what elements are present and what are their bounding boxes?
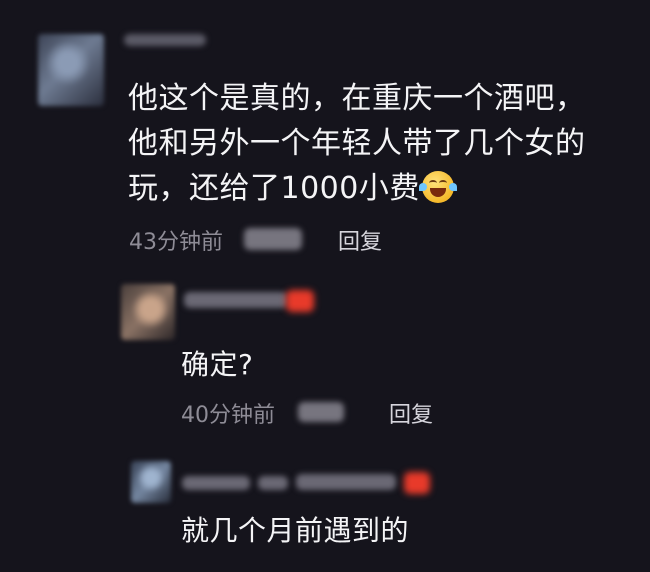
location-blurred xyxy=(244,228,302,250)
comment-line-with-emoji: 玩，还给了1000小费 xyxy=(128,166,628,211)
author-badge-blurred xyxy=(286,290,314,312)
location-blurred xyxy=(298,402,344,422)
username-blurred xyxy=(296,474,396,490)
timestamp: 40分钟前 xyxy=(181,403,275,428)
avatar[interactable] xyxy=(131,461,171,503)
face-with-tears-of-joy-icon xyxy=(418,171,457,203)
comment-line: 玩，还给了1000小费 xyxy=(128,171,420,206)
comment-line: 他和另外一个年轻人带了几个女的 xyxy=(128,126,586,161)
username-blurred xyxy=(258,476,288,490)
comment-text: 就几个月前遇到的 xyxy=(181,514,410,547)
timestamp: 43分钟前 xyxy=(129,230,223,255)
reply-button[interactable]: 回复 xyxy=(389,397,433,429)
avatar[interactable] xyxy=(121,284,175,340)
comment-text: 确定? xyxy=(181,348,254,381)
username-blurred[interactable] xyxy=(124,34,206,46)
username-blurred[interactable] xyxy=(184,292,288,308)
author-badge-blurred xyxy=(404,472,430,494)
comment-line: 他这个是真的，在重庆一个酒吧， xyxy=(128,81,586,116)
reply-button[interactable]: 回复 xyxy=(338,224,382,256)
avatar[interactable] xyxy=(38,34,104,106)
username-blurred[interactable] xyxy=(182,476,250,490)
comment-text: 他这个是真的，在重庆一个酒吧， 他和另外一个年轻人带了几个女的 玩，还给了100… xyxy=(128,76,628,211)
